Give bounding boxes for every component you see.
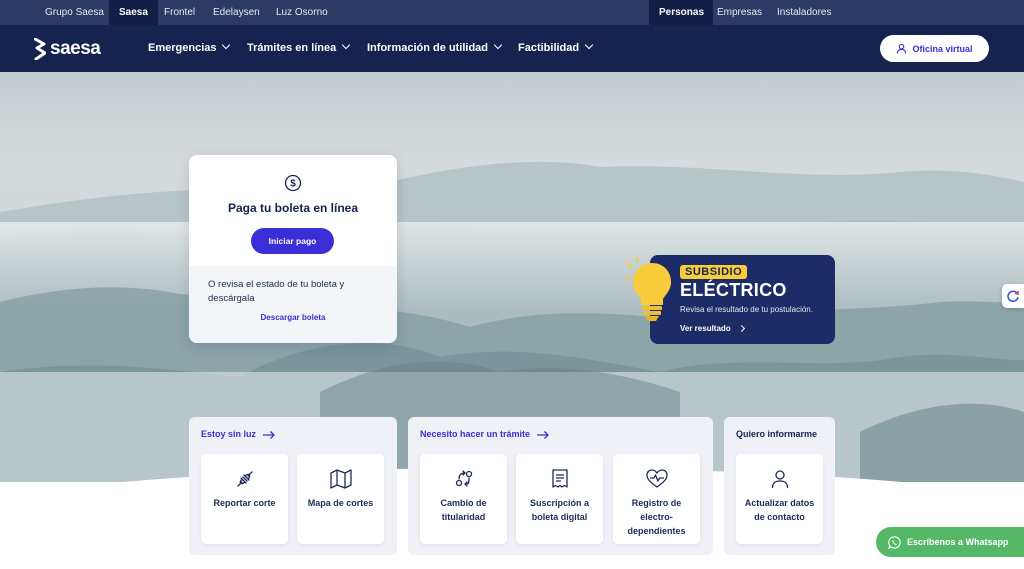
whatsapp-icon	[888, 535, 901, 549]
saesa-logo[interactable]: saesa	[34, 38, 101, 60]
pay-card-title: Paga tu boleta en línea	[227, 201, 359, 215]
lightbulb-icon	[626, 257, 671, 321]
tile-label: Suscripción a boleta digital	[529, 498, 590, 522]
heart-pulse-icon	[645, 469, 668, 488]
nav-informacion-label: Información de utilidad	[367, 42, 489, 54]
section-procedures: Necesito hacer un trámite Cambio de titu…	[408, 417, 713, 555]
virtual-office-button[interactable]: Oficina virtual	[880, 35, 989, 62]
download-bill-link[interactable]: Descargar boleta	[189, 313, 397, 322]
subsidy-banner[interactable]: SUBSIDIO ELÉCTRICO Revisa el resultado d…	[650, 255, 835, 344]
top-utility-bar: Grupo Saesa Saesa Frontel Edelaysen Luz …	[0, 0, 1024, 25]
section-information-title: Quiero informarme	[736, 429, 818, 439]
brand-link-frontel[interactable]: Frontel	[154, 0, 205, 25]
section-procedures-title: Necesito hacer un trámite	[420, 429, 531, 439]
tile-change-ownership[interactable]: Cambio de titularidad	[420, 454, 507, 544]
subsidy-tag: SUBSIDIO	[680, 265, 748, 279]
tile-update-contact[interactable]: Actualizar datos de contacto	[736, 454, 823, 544]
section-no-power-title: Estoy sin luz	[201, 429, 257, 439]
subsidy-description: Revisa el resultado de tu postulación.	[680, 305, 813, 314]
tile-label: Actualizar datos de contacto	[744, 498, 815, 522]
tile-label: Reportar corte	[213, 498, 276, 508]
whatsapp-button[interactable]: Escríbenos a Whatsapp	[876, 527, 1024, 557]
accessibility-widget[interactable]	[1002, 284, 1024, 308]
brand-link-saesa[interactable]: Saesa	[109, 0, 158, 25]
chevron-down-icon	[584, 40, 594, 50]
dollar-circle-icon: $	[284, 174, 302, 192]
logo-wordmark: saesa	[50, 38, 101, 59]
start-payment-button[interactable]: Iniciar pago	[251, 228, 334, 254]
tile-electro-dependents[interactable]: Registro de electro-dependientes	[613, 454, 700, 544]
tile-outage-map[interactable]: Mapa de cortes	[297, 454, 384, 544]
whatsapp-label: Escríbenos a Whatsapp	[907, 537, 1009, 547]
segment-tab-empresas[interactable]: Empresas	[707, 0, 772, 25]
arrow-right-icon	[262, 430, 275, 439]
chevron-down-icon	[222, 40, 231, 50]
pay-card-description: O revisa el estado de tu boleta y descár…	[208, 279, 345, 304]
pay-card-bottom: O revisa el estado de tu boleta y descár…	[189, 266, 397, 343]
view-result-label: Ver resultado	[680, 324, 731, 333]
brand-link-luz-osorno[interactable]: Luz Osorno	[266, 0, 338, 25]
chevron-down-icon	[493, 40, 503, 50]
nav-factibilidad-label: Factibilidad	[518, 42, 580, 54]
section-information: Quiero informarme Actualizar datos de co…	[724, 417, 835, 555]
refresh-icon	[1007, 290, 1019, 303]
map-icon	[329, 469, 352, 489]
subsidy-title: ELÉCTRICO	[680, 280, 787, 300]
tile-label: Registro de electro-dependientes	[627, 498, 686, 536]
virtual-office-label: Oficina virtual	[912, 43, 973, 54]
segment-tab-personas[interactable]: Personas	[649, 0, 714, 25]
transfer-icon	[455, 470, 472, 487]
nav-emergencias[interactable]: Emergencias	[148, 25, 231, 72]
saesa-logo-mark-icon	[34, 38, 46, 60]
tile-report-outage[interactable]: Reportar corte	[201, 454, 288, 544]
user-icon	[897, 43, 907, 54]
chevron-down-icon	[342, 40, 351, 50]
tile-label: Mapa de cortes	[307, 498, 374, 508]
section-no-power: Estoy sin luz Reportar corte Mapa de cor…	[189, 417, 397, 555]
brand-link-edelaysen[interactable]: Edelaysen	[203, 0, 270, 25]
main-navigation: saesa Emergencias Trámites en línea Info…	[0, 25, 1024, 72]
section-no-power-header[interactable]: Estoy sin luz	[201, 429, 275, 439]
chevron-right-icon	[737, 324, 745, 333]
pay-card-top: $ Paga tu boleta en línea Iniciar pago	[189, 155, 397, 266]
nav-informacion[interactable]: Información de utilidad	[367, 25, 503, 72]
plug-icon	[236, 471, 253, 487]
nav-tramites[interactable]: Trámites en línea	[247, 25, 351, 72]
brand-link-grupo-saesa[interactable]: Grupo Saesa	[35, 0, 114, 25]
pay-bill-card: $ Paga tu boleta en línea Iniciar pago O…	[189, 155, 397, 343]
svg-text:$: $	[290, 179, 296, 190]
arrow-right-icon	[536, 430, 549, 439]
section-procedures-header[interactable]: Necesito hacer un trámite	[420, 429, 549, 439]
nav-tramites-label: Trámites en línea	[247, 42, 337, 54]
segment-tab-instaladores[interactable]: Instaladores	[767, 0, 841, 25]
view-result-link[interactable]: Ver resultado	[680, 324, 745, 333]
receipt-icon	[551, 469, 568, 488]
nav-emergencias-label: Emergencias	[148, 42, 217, 54]
tile-label: Cambio de titularidad	[440, 498, 487, 522]
user-icon	[771, 470, 788, 489]
nav-factibilidad[interactable]: Factibilidad	[518, 25, 594, 72]
tile-digital-bill[interactable]: Suscripción a boleta digital	[516, 454, 603, 544]
